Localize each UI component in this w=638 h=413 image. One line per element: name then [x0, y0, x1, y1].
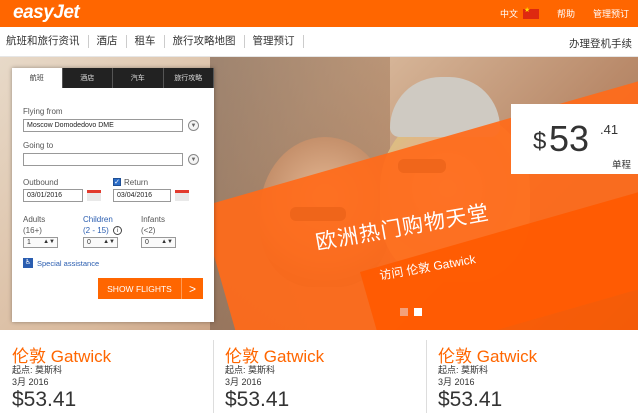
carousel-dots	[400, 308, 422, 316]
price-amount: 53	[549, 118, 590, 159]
show-flights-button[interactable]: SHOW FLIGHTS >	[98, 278, 203, 299]
carousel-dot-2[interactable]	[414, 308, 422, 316]
top-nav: 中文 帮助 管理预订	[491, 0, 638, 27]
return-calendar-icon[interactable]	[175, 190, 189, 201]
manage-booking-link[interactable]: 管理预订	[584, 7, 638, 20]
going-to-input[interactable]	[23, 153, 183, 166]
return-label: Return	[124, 178, 149, 187]
nav-item-check-in[interactable]: 办理登机手续	[569, 36, 632, 51]
infants-select[interactable]: 0 ▲▼	[141, 237, 176, 248]
help-link[interactable]: 帮助	[548, 7, 584, 20]
tab-cars[interactable]: 汽车	[113, 68, 164, 88]
infants-range: (<2)	[141, 226, 156, 235]
tab-travel-guide[interactable]: 旅行攻略	[164, 68, 214, 88]
price-label: 单程	[612, 160, 632, 171]
wheelchair-icon: ♿	[23, 258, 33, 268]
adults-range: (16+)	[23, 226, 42, 235]
show-flights-label: SHOW FLIGHTS	[98, 278, 182, 299]
going-to-label: Going to	[23, 141, 54, 150]
deal-card[interactable]: 伦敦 Gatwick 起点: 莫斯科 3月 2016 $53.41	[0, 330, 213, 413]
carousel-dot-1[interactable]	[400, 308, 408, 316]
infants-arrow-icon: ▲▼	[161, 239, 173, 245]
infants-label: Infants	[141, 215, 166, 224]
price-cents: .41	[600, 122, 619, 137]
hero-price-box[interactable]: $ 53 .41 单程	[511, 104, 638, 174]
flight-search-widget: 航班 酒店 汽车 旅行攻略 Flying from Moscow Domoded…	[12, 68, 214, 322]
children-label[interactable]: Children	[83, 215, 113, 224]
nav-item-flights-info[interactable]: 航班和旅行资讯	[0, 35, 89, 48]
children-range: (2 - 15)	[83, 226, 109, 235]
infants-value: 0	[145, 239, 149, 246]
flying-from-dropdown-icon[interactable]: ▼	[188, 120, 199, 131]
deal-cards: 伦敦 Gatwick 起点: 莫斯科 3月 2016 $53.41 伦敦 Gat…	[0, 330, 638, 413]
tab-hotels[interactable]: 酒店	[63, 68, 113, 88]
china-flag-icon	[522, 6, 539, 19]
flying-from-label: Flying from	[23, 107, 63, 116]
easyjet-logo[interactable]: easyJet	[13, 2, 80, 24]
deal-price: $53.41	[12, 388, 77, 411]
adults-value: 1	[27, 239, 31, 246]
outbound-label: Outbound	[23, 178, 59, 187]
card-divider	[426, 340, 427, 413]
deal-price: $53.41	[438, 388, 503, 411]
special-assistance-link[interactable]: Special assistance	[37, 259, 99, 268]
children-select[interactable]: 0 ▲▼	[83, 237, 118, 248]
deal-date: 3月 2016	[438, 377, 475, 387]
main-nav: 航班和旅行资讯 酒店 租车 旅行攻略地图 管理预订 办理登机手续	[0, 27, 638, 57]
going-to-dropdown-icon[interactable]: ▼	[188, 154, 199, 165]
flying-from-input[interactable]: Moscow Domodedovo DME	[23, 119, 183, 132]
adults-arrow-icon: ▲▼	[43, 239, 55, 245]
nav-item-car-hire[interactable]: 租车	[127, 35, 165, 48]
deal-date: 3月 2016	[225, 377, 262, 387]
nav-item-manage-booking[interactable]: 管理预订	[245, 35, 304, 48]
outbound-date-input[interactable]: 03/01/2016	[23, 189, 83, 202]
language-selector[interactable]: 中文	[491, 6, 548, 20]
deal-date: 3月 2016	[12, 377, 49, 387]
price-currency: $	[533, 128, 547, 155]
children-arrow-icon: ▲▼	[103, 239, 115, 245]
adults-label: Adults	[23, 215, 46, 224]
search-tabs: 航班 酒店 汽车 旅行攻略	[12, 68, 214, 88]
nav-item-hotels[interactable]: 酒店	[89, 35, 127, 48]
card-divider	[213, 340, 214, 413]
deal-price: $53.41	[225, 388, 290, 411]
return-checkbox[interactable]: ✓	[113, 178, 121, 186]
return-date-input[interactable]: 03/04/2016	[113, 189, 171, 202]
children-info-icon[interactable]: i	[113, 226, 122, 235]
nav-item-travel-guide[interactable]: 旅行攻略地图	[165, 35, 245, 48]
tab-flights[interactable]: 航班	[12, 68, 63, 88]
language-label: 中文	[499, 9, 518, 19]
deal-card[interactable]: 伦敦 Gatwick 起点: 莫斯科 3月 2016 $53.41	[213, 330, 426, 413]
adults-select[interactable]: 1 ▲▼	[23, 237, 58, 248]
deal-card[interactable]: 伦敦 Gatwick 起点: 莫斯科 3月 2016 $53.41	[426, 330, 638, 413]
chevron-right-icon: >	[188, 281, 196, 296]
top-bar: easyJet 中文 帮助 管理预订	[0, 0, 638, 27]
outbound-calendar-icon[interactable]	[87, 190, 101, 201]
children-value: 0	[87, 239, 91, 246]
